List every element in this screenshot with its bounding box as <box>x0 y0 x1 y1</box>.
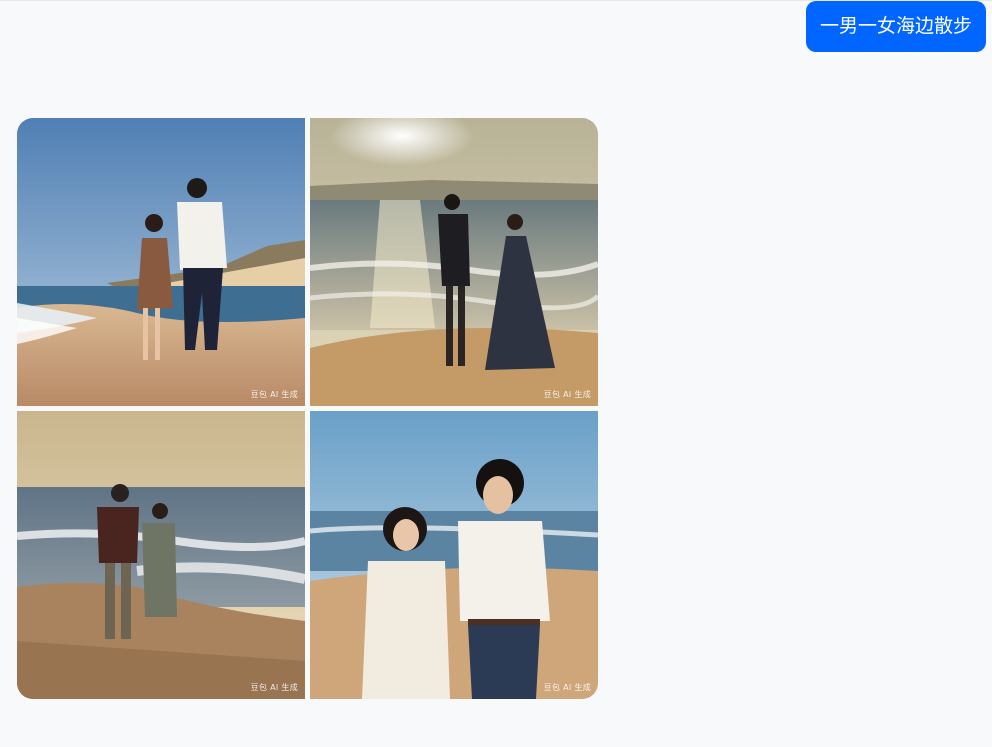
generated-image-1[interactable]: 豆包 AI 生成 <box>17 118 305 406</box>
chat-area: 一男一女海边散步 豆包 AI 生成 豆包 AI 生成 豆包 AI 生成 豆包 A… <box>0 0 992 747</box>
generated-image-4[interactable]: 豆包 AI 生成 <box>310 411 598 699</box>
watermark-text: 豆包 AI 生成 <box>543 390 591 399</box>
watermark-text: 豆包 AI 生成 <box>543 683 591 692</box>
watermark-text: 豆包 AI 生成 <box>250 683 298 692</box>
beach-photo-3 <box>17 411 305 699</box>
generated-image-grid: 豆包 AI 生成 豆包 AI 生成 豆包 AI 生成 豆包 AI 生成 <box>17 118 598 699</box>
user-message-bubble: 一男一女海边散步 <box>805 1 986 52</box>
generated-image-2[interactable]: 豆包 AI 生成 <box>310 118 598 406</box>
beach-photo-1 <box>17 118 305 406</box>
bottom-fade <box>0 719 992 747</box>
watermark-text: 豆包 AI 生成 <box>250 390 298 399</box>
generated-image-3[interactable]: 豆包 AI 生成 <box>17 411 305 699</box>
beach-photo-4 <box>310 411 598 699</box>
beach-photo-2 <box>310 118 598 406</box>
user-message-text: 一男一女海边散步 <box>819 15 972 37</box>
